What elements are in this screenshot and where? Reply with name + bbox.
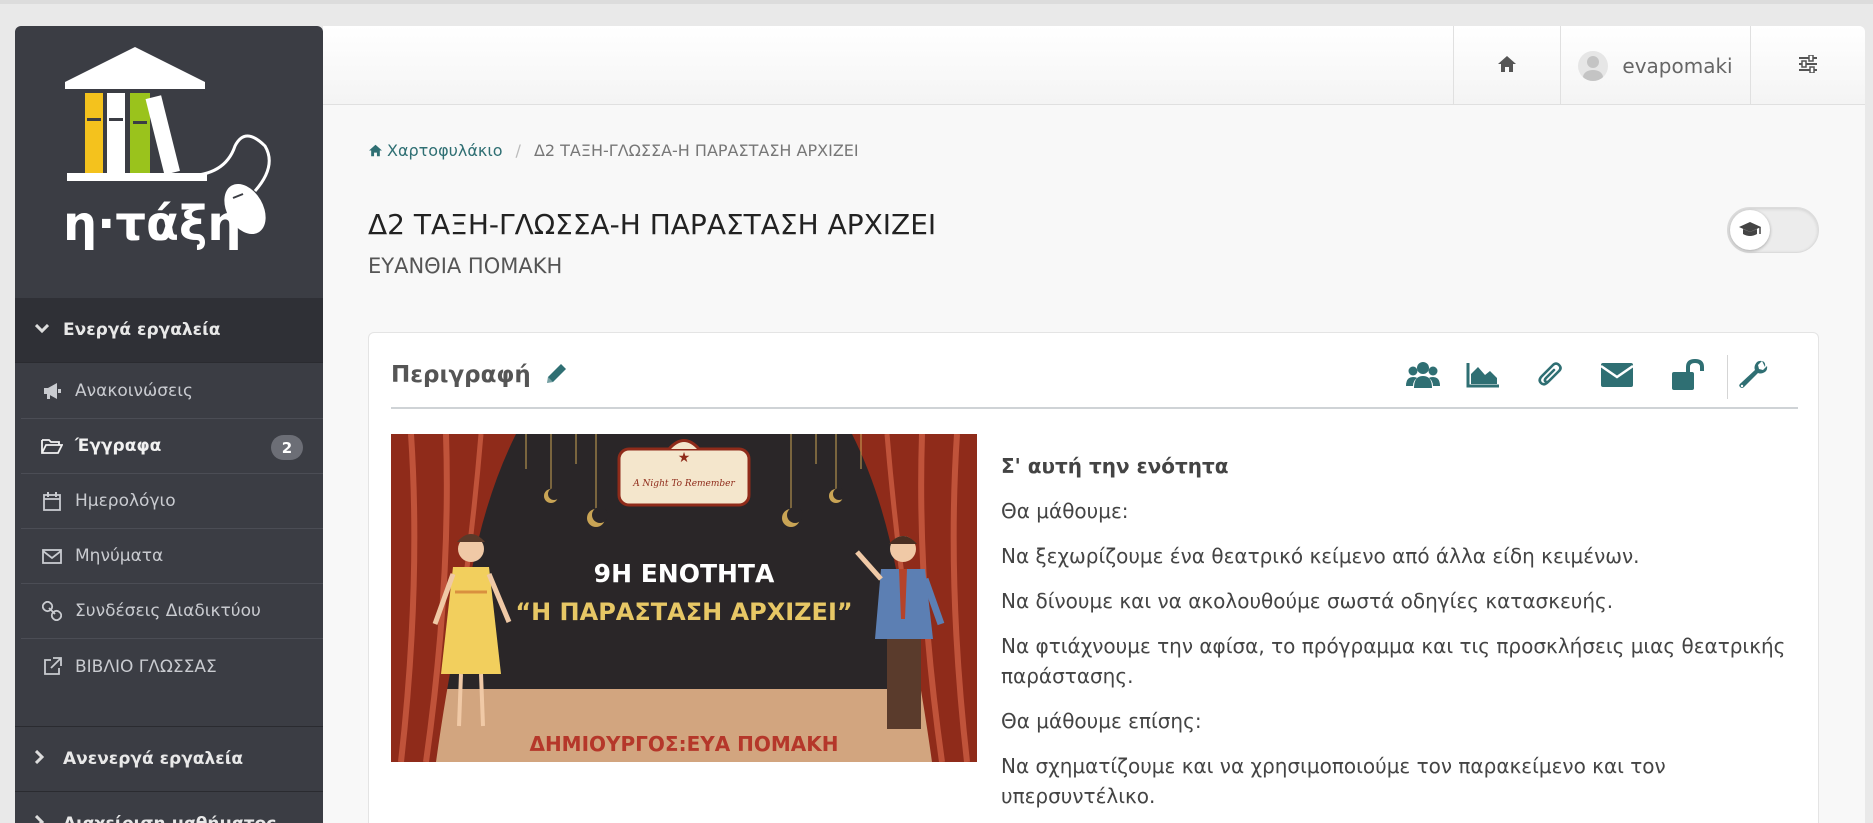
top-navbar: evapomaki [323, 26, 1865, 105]
graduation-cap-icon [1730, 210, 1770, 250]
course-admin-toggle[interactable]: Διαχείριση μαθήματος [15, 791, 323, 823]
calendar-icon [41, 491, 63, 511]
student-view-toggle[interactable] [1727, 207, 1819, 253]
area-chart-icon[interactable] [1463, 357, 1503, 393]
panel-header: Περιγραφή [391, 333, 1798, 409]
main-content: evapomaki Χαρτοφυλάκιο / Δ2 ΤΑΞΗ-ΓΛΩΣΣΑ-… [323, 26, 1865, 823]
home-icon [369, 144, 382, 157]
svg-text:★: ★ [678, 450, 691, 466]
paperclip-icon[interactable] [1531, 357, 1571, 393]
logo-text: η·τάξη [63, 196, 242, 252]
description-paragraph: Να δίνουμε και να ακολουθούμε σωστά οδηγ… [1001, 589, 1614, 613]
description-paragraph: Να σχηματίζουμε και να χρησιμοποιούμε το… [1001, 754, 1666, 808]
breadcrumb-current: Δ2 ΤΑΞΗ-ΓΛΩΣΣΑ-Η ΠΑΡΑΣΤΑΣΗ ΑΡΧΙΖΕΙ [533, 141, 859, 160]
page-title: Δ2 ΤΑΞΗ-ΓΛΩΣΣΑ-Η ΠΑΡΑΣΤΑΣΗ ΑΡΧΙΖΕΙ [368, 208, 937, 241]
banner-footer: ΔΗΜΙΟΥΡΓΟΣ:ΕΥΑ ΠΟΜΑΚΗ [529, 732, 838, 756]
user-icon [1583, 55, 1604, 81]
sidebar-menu: Ανακοινώσεις Έγγραφα 2 Ημερολόγιο Μηνύμα… [21, 364, 323, 694]
external-link-icon [41, 657, 63, 676]
sidebar-item-language-book[interactable]: ΒΙΒΛΙΟ ΓΛΩΣΣΑΣ [21, 639, 323, 694]
browser-top-strip [0, 0, 1873, 4]
count-badge: 2 [271, 435, 303, 460]
toolbar-divider [1727, 355, 1728, 399]
sidebar-item-label: ΒΙΒΛΙΟ ΓΛΩΣΣΑΣ [75, 656, 217, 677]
chevron-right-icon [34, 814, 55, 823]
course-description: Σ' αυτή την ενότητα Θα μάθουμε: Να ξεχωρ… [1001, 451, 1801, 823]
description-paragraph: Να ξεχωρίζουμε ένα θεατρικό κείμενο από … [1001, 544, 1640, 568]
banner-line1: 9Η ΕΝΟΤΗΤΑ [594, 559, 775, 588]
sidebar-item-links[interactable]: Συνδέσεις Διαδικτύου [21, 584, 323, 639]
sidebar: η·τάξη Ενεργά εργαλεία Ανακοινώσεις Έγγρ… [15, 26, 323, 823]
panel-title: Περιγραφή [391, 362, 531, 388]
sidebar-item-messages[interactable]: Μηνύματα [21, 529, 323, 584]
banner-sign-text: A Night To Remember [632, 479, 735, 489]
course-admin-label: Διαχείριση μαθήματος [63, 814, 276, 823]
chevron-right-icon [34, 749, 55, 768]
chevron-down-icon [34, 322, 55, 338]
home-icon [1497, 55, 1517, 77]
sidebar-item-label: Έγγραφα [75, 436, 162, 456]
site-logo[interactable]: η·τάξη [15, 26, 323, 298]
description-paragraph: Θα μάθουμε επίσης: [1001, 709, 1202, 733]
course-banner-image: ★ A Night To Remember 9Η ΕΝΟΤΗΤΑ “Η ΠΑΡΑ… [391, 434, 977, 762]
envelope-icon[interactable] [1597, 357, 1637, 393]
envelope-icon [41, 548, 63, 564]
sidebar-item-label: Μηνύματα [75, 546, 164, 566]
description-heading: Σ' αυτή την ενότητα [1001, 454, 1229, 478]
user-menu-button[interactable]: evapomaki [1560, 26, 1750, 105]
breadcrumb: Χαρτοφυλάκιο / Δ2 ΤΑΞΗ-ΓΛΩΣΣΑ-Η ΠΑΡΑΣΤΑΣ… [368, 141, 859, 160]
sidebar-item-label: Συνδέσεις Διαδικτύου [75, 601, 261, 621]
users-icon[interactable] [1403, 357, 1443, 393]
description-paragraph: Θα μάθουμε: [1001, 499, 1129, 523]
wrench-icon[interactable] [1733, 357, 1773, 393]
folder-open-icon [41, 437, 63, 455]
breadcrumb-portfolio-link[interactable]: Χαρτοφυλάκιο [368, 141, 503, 160]
breadcrumb-separator: / [515, 141, 521, 160]
course-instructor: ΕΥΑΝΘΙΑ ΠΟΜΑΚΗ [368, 254, 563, 278]
sidebar-item-label: Ανακοινώσεις [75, 381, 193, 401]
sidebar-item-label: Ημερολόγιο [75, 491, 176, 511]
sliders-icon [1798, 53, 1818, 77]
sidebar-item-documents[interactable]: Έγγραφα 2 [21, 419, 323, 474]
active-tools-label: Ενεργά εργαλεία [63, 320, 221, 340]
username: evapomaki [1622, 53, 1733, 78]
inactive-tools-label: Ανενεργά εργαλεία [63, 749, 244, 769]
unlock-icon[interactable] [1669, 357, 1709, 393]
home-button[interactable] [1453, 26, 1560, 105]
pencil-icon[interactable] [543, 361, 569, 391]
inactive-tools-toggle[interactable]: Ανενεργά εργαλεία [15, 726, 323, 791]
banner-line2: “Η ΠΑΡΑΣΤΑΣΗ ΑΡΧΙΖΕΙ” [515, 598, 852, 626]
breadcrumb-root-label: Χαρτοφυλάκιο [387, 141, 503, 160]
logo-graphic [65, 47, 271, 235]
link-icon [41, 601, 63, 621]
megaphone-icon [41, 382, 63, 400]
settings-button[interactable] [1750, 26, 1865, 105]
active-tools-toggle[interactable]: Ενεργά εργαλεία [15, 298, 323, 363]
description-panel: Περιγραφή ★ A Night To Remember 9Η ΕΝΟΤΗ… [368, 332, 1819, 823]
sidebar-item-calendar[interactable]: Ημερολόγιο [21, 474, 323, 529]
sidebar-item-announcements[interactable]: Ανακοινώσεις [21, 364, 323, 419]
avatar [1578, 50, 1609, 81]
description-paragraph: Να φτιάχνουμε την αφίσα, το πρόγραμμα κα… [1001, 634, 1786, 688]
